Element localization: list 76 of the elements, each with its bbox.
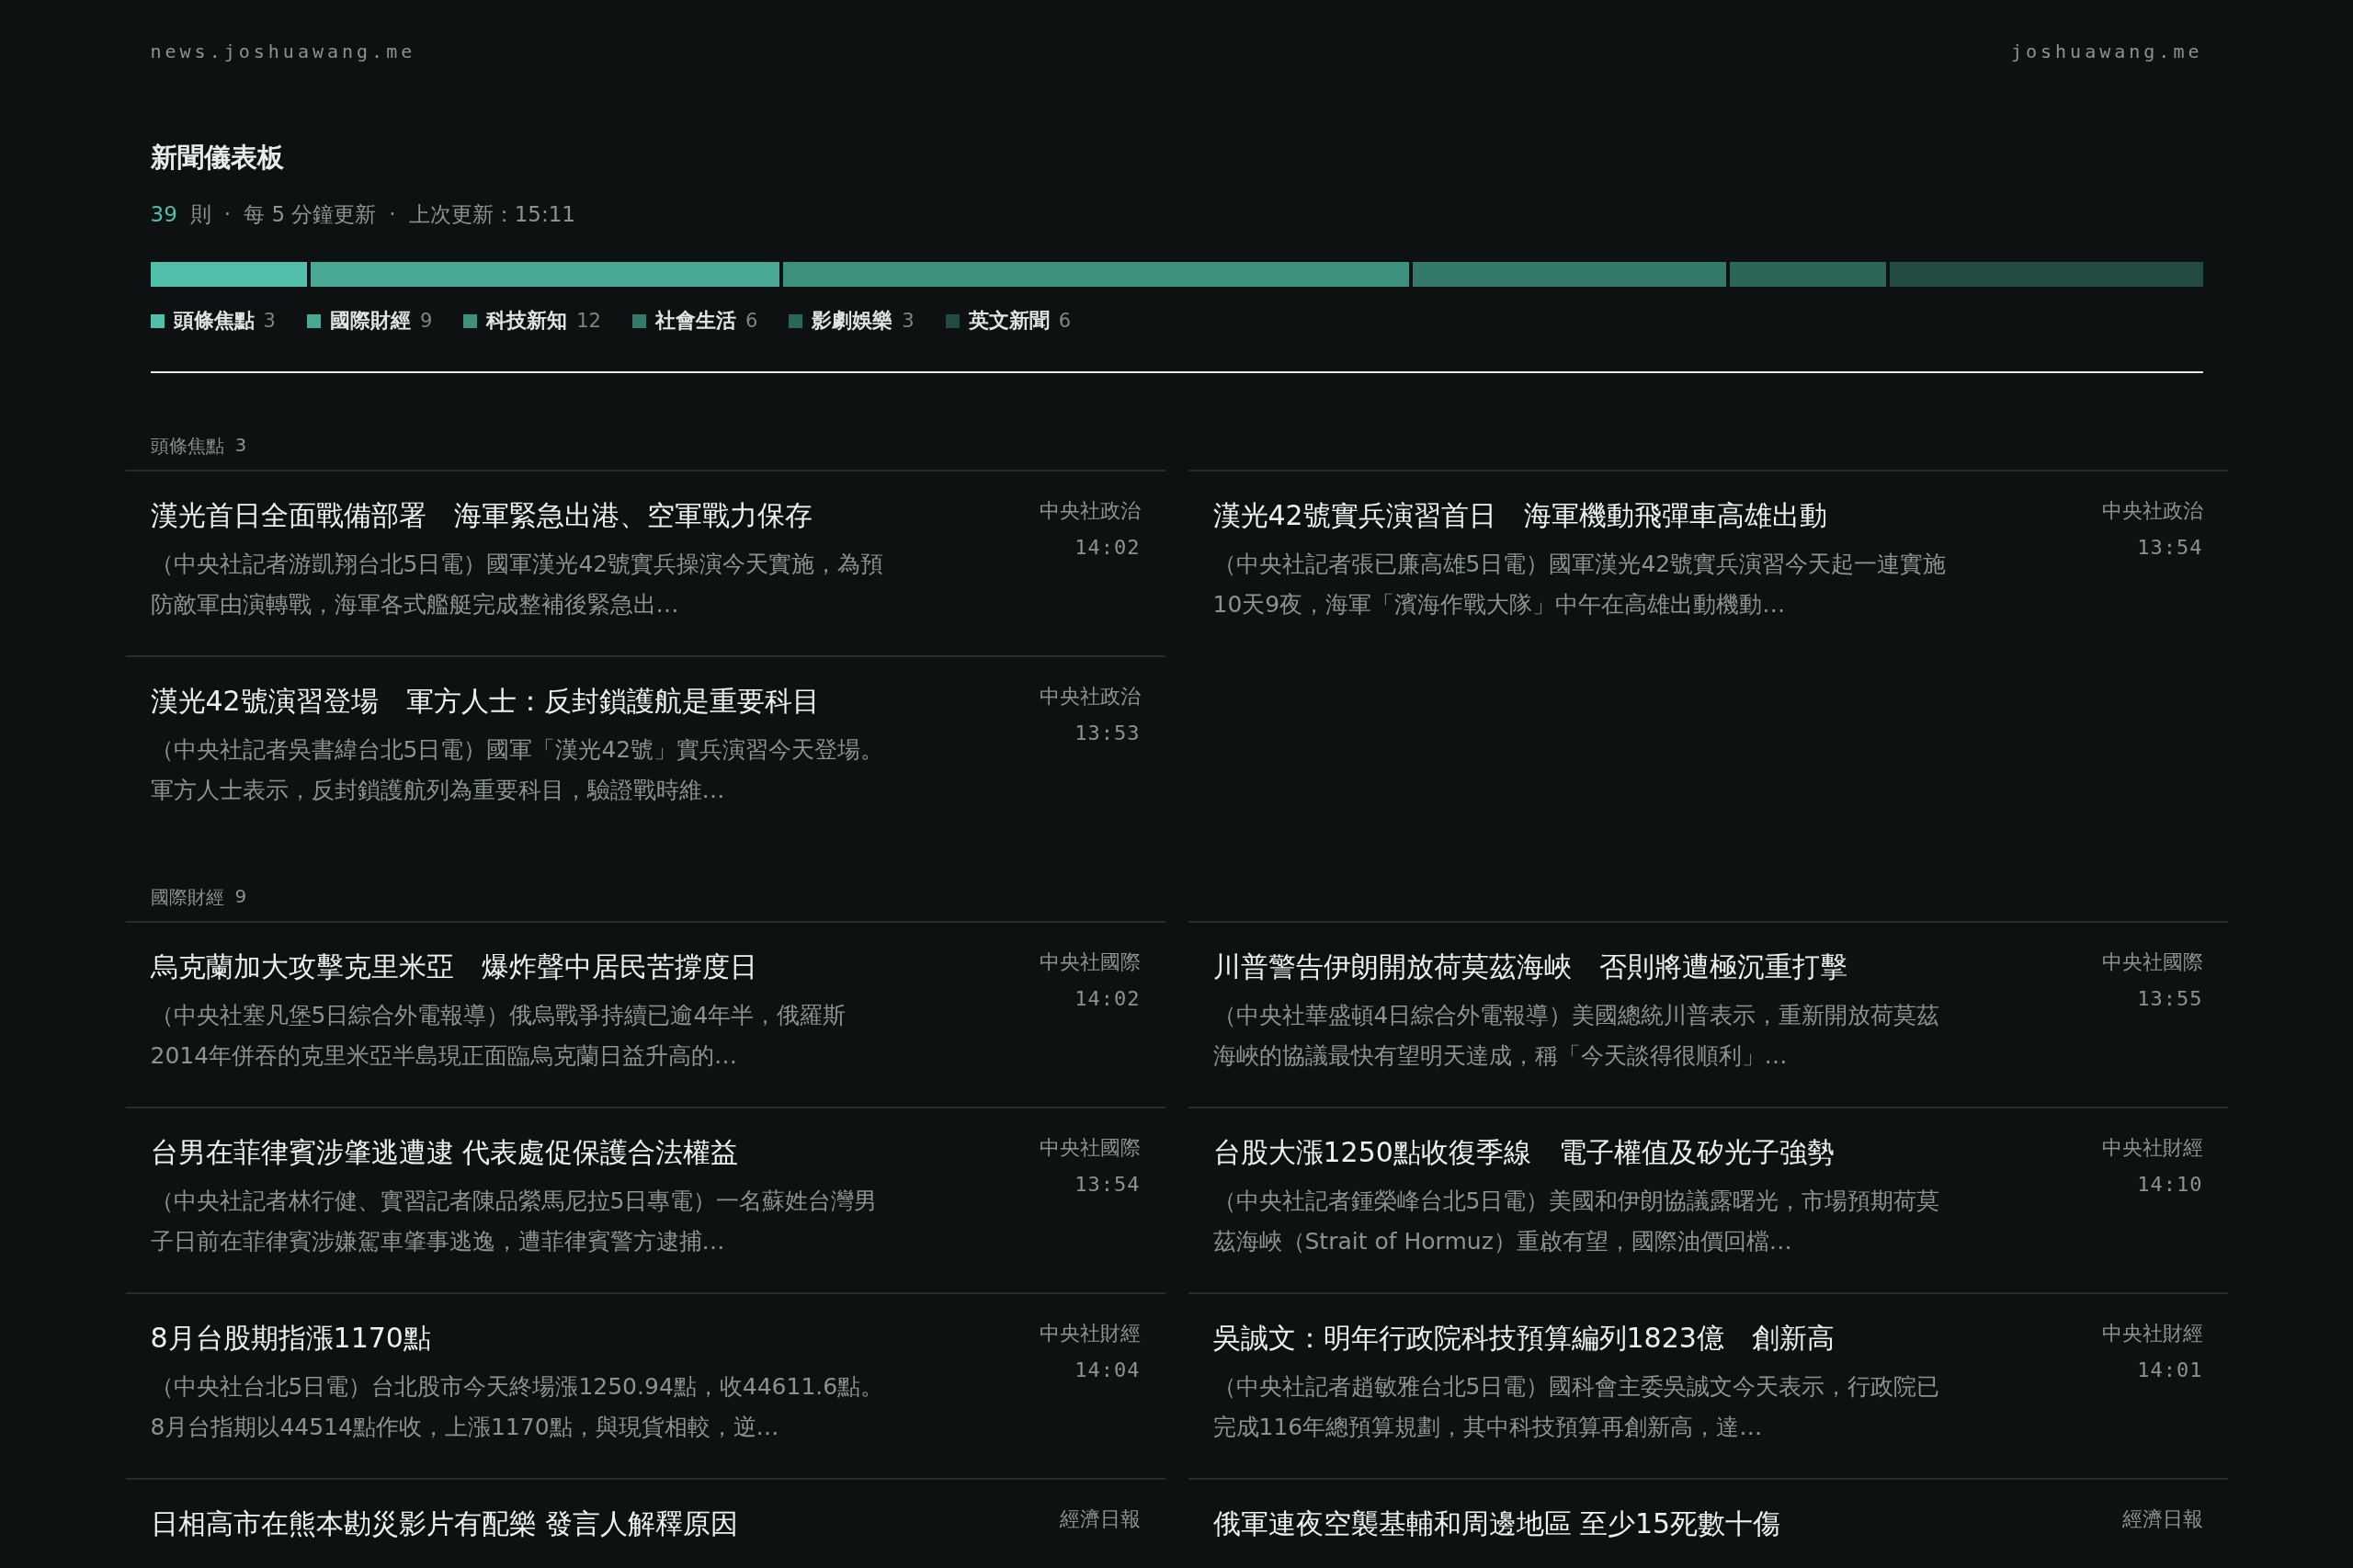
news-card[interactable]: 台股大漲1250點收復季線 電子權值及矽光子強勢 （中央社記者鍾榮峰台北5日電）美國和伊朗協議露曙光，市場預期荷莫茲海峽（Strait of Hormuz）重啟有望，國際油價回檔… 中央社財經 14:10 <box>1188 1107 2228 1292</box>
news-source: 經濟日報 <box>2121 1506 2203 1532</box>
category-name: 頭條焦點 <box>173 308 255 334</box>
headline[interactable]: 漢光首日全面戰備部署 海軍緊急出港、空軍戰力保存 <box>150 497 886 535</box>
publish-time: 13:53 <box>1074 722 1141 744</box>
category-count: 9 <box>419 310 433 332</box>
home-link[interactable]: joshuawang.me <box>2010 40 2203 62</box>
news-source: 經濟日報 <box>1059 1506 1141 1532</box>
publish-time: 14:10 <box>2137 1173 2203 1196</box>
publish-time: 13:54 <box>1074 1173 1141 1196</box>
separator-dot: · <box>389 202 396 226</box>
news-card[interactable]: 漢光首日全面戰備部署 海軍緊急出港、空軍戰力保存 （中央社記者游凱翔台北5日電）國軍漢光42號實兵操演今天實施，為預防敵軍由演轉戰，海軍各式艦艇完成整補後緊急出… 中央社政治 14:02 <box>125 470 1165 655</box>
page-title: 新聞儀表板 <box>150 141 285 175</box>
summary: （中央社記者游凱翔台北5日電）國軍漢光42號實兵操演今天實施，為預防敵軍由演轉戰，海軍各式艦艇完成整補後緊急出… <box>150 550 885 619</box>
category-name: 國際財經 <box>329 308 411 334</box>
news-source: 中央社財經 <box>2101 1135 2203 1161</box>
last-updated: 上次更新：15:11 <box>408 201 575 228</box>
news-source: 中央社政治 <box>1039 684 1141 710</box>
headline[interactable]: 烏克蘭加大攻擊克里米亞 爆炸聲中居民苦撐度日 <box>150 949 886 986</box>
headline[interactable]: 8月台股期指漲1170點 <box>150 1320 886 1358</box>
section-count: 3 <box>234 434 247 458</box>
news-card[interactable]: 俄軍連夜空襲基輔和周邊地區 至少15死數十傷 經濟日報 <box>1188 1478 2228 1568</box>
publish-time: 14:02 <box>1074 536 1141 559</box>
publish-time: 13:54 <box>2137 536 2203 559</box>
summary: （中央社台北5日電）台北股市今天終場漲1250.94點，收44611.6點。8月台指期以44514點作收，上漲1170點，與現貨相較，逆… <box>150 1372 885 1442</box>
publish-time: 14:02 <box>1074 987 1141 1010</box>
section-count: 9 <box>234 885 247 909</box>
summary: （中央社記者鍾榮峰台北5日電）美國和伊朗協議露曙光，市場預期荷莫茲海峽（Strait of Hormuz）重啟有望，國際油價回檔… <box>1212 1187 1941 1256</box>
news-source: 中央社財經 <box>1039 1321 1141 1346</box>
news-source: 中央社國際 <box>1039 1135 1141 1161</box>
headline[interactable]: 日相高市在熊本勘災影片有配樂 發言人解釋原因 <box>150 1506 739 1543</box>
category-name: 科技新知 <box>486 308 568 334</box>
news-card[interactable]: 8月台股期指漲1170點 （中央社台北5日電）台北股市今天終場漲1250.94點，收44611.6點。8月台指期以44514點作收，上漲1170點，與現貨相較，逆… 中央社財經 14:04 <box>125 1292 1165 1478</box>
news-card[interactable]: 吳誠文：明年行政院科技預算編列1823億 創新高 （中央社記者趙敏雅台北5日電）國科會主委吳誠文今天表示，行政院已完成116年總預算規劃，其中科技預算再創新高，達… 中央社財經 14:01 <box>1188 1292 2228 1478</box>
refresh-interval: 每 5 分鐘更新 <box>244 201 377 228</box>
news-source: 中央社財經 <box>2101 1321 2203 1346</box>
publish-time: 13:55 <box>2137 987 2203 1010</box>
section-label: 頭條焦點 <box>150 434 224 459</box>
category-count: 12 <box>576 310 601 332</box>
news-source: 中央社政治 <box>2101 498 2203 524</box>
category-name: 英文新聞 <box>968 308 1050 334</box>
headline[interactable]: 漢光42號實兵演習首日 海軍機動飛彈車高雄出動 <box>1212 497 1949 535</box>
news-card[interactable]: 台男在菲律賓涉肇逃遭逮 代表處促保護合法權益 （中央社記者林行健、實習記者陳品縈馬尼拉5日專電）一名蘇姓台灣男子日前在菲律賓涉嫌駕車肇事逃逸，遭菲律賓警方逮捕… 中央社國際 13:54 <box>125 1107 1165 1292</box>
count-unit: 則 <box>189 201 211 228</box>
summary: （中央社塞凡堡5日綜合外電報導）俄烏戰爭持續已逾4年半，俄羅斯2014年併吞的克里米亞半島現正面臨烏克蘭日益升高的… <box>150 1001 847 1071</box>
headline[interactable]: 川普警告伊朗開放荷莫茲海峽 否則將遭極沉重打擊 <box>1212 949 1949 986</box>
summary: （中央社記者張已廉高雄5日電）國軍漢光42號實兵演習今天起一連實施10天9夜，海軍「濱海作戰大隊」中午在高雄出動機動… <box>1212 550 1948 619</box>
category-name: 社會生活 <box>655 308 736 334</box>
category-name: 影劇娛樂 <box>812 308 893 334</box>
news-card[interactable]: 烏克蘭加大攻擊克里米亞 爆炸聲中居民苦撐度日 （中央社塞凡堡5日綜合外電報導）俄烏戰爭持續已逾4年半，俄羅斯2014年併吞的克里米亞半島現正面臨烏克蘭日益升高的… 中央社國際 14:02 <box>125 921 1165 1107</box>
publish-time: 14:04 <box>1074 1358 1141 1381</box>
news-source: 中央社國際 <box>2101 949 2203 975</box>
news-card[interactable]: 日相高市在熊本勘災影片有配樂 發言人解釋原因 經濟日報 <box>125 1478 1165 1568</box>
summary: （中央社華盛頓4日綜合外電報導）美國總統川普表示，重新開放荷莫茲海峽的協議最快有望明天達成，稱「今天談得很順利」… <box>1212 1001 1941 1071</box>
category-count: 6 <box>745 310 758 332</box>
summary: （中央社記者吳書緯台北5日電）國軍「漢光42號」實兵演習今天登場。軍方人士表示，反封鎖護航列為重要科目，驗證戰時維… <box>150 735 885 805</box>
category-count: 6 <box>1058 310 1072 332</box>
category-count: 3 <box>902 310 915 332</box>
category-count: 3 <box>263 310 276 332</box>
headline[interactable]: 俄軍連夜空襲基輔和周邊地區 至少15死數十傷 <box>1212 1506 1781 1543</box>
separator-dot: · <box>223 202 232 226</box>
publish-time: 14:01 <box>2137 1358 2203 1381</box>
headline[interactable]: 台股大漲1250點收復季線 電子權值及矽光子強勢 <box>1212 1134 1949 1172</box>
summary: （中央社記者林行健、實習記者陳品縈馬尼拉5日專電）一名蘇姓台灣男子日前在菲律賓涉嫌駕車肇事逃逸，遭菲律賓警方逮捕… <box>150 1187 879 1256</box>
site-name: news.joshuawang.me <box>150 40 416 62</box>
summary: （中央社記者趙敏雅台北5日電）國科會主委吳誠文今天表示，行政院已完成116年總預算規劃，其中科技預算再創新高，達… <box>1212 1372 1941 1442</box>
news-source: 中央社國際 <box>1039 949 1141 975</box>
news-card[interactable]: 漢光42號演習登場 軍方人士：反封鎖護航是重要科目 （中央社記者吳書緯台北5日電）國軍「漢光42號」實兵演習今天登場。軍方人士表示，反封鎖護航列為重要科目，驗證戰時維… 中央社政治 13:53 <box>125 655 1165 841</box>
headline[interactable]: 吳誠文：明年行政院科技預算編列1823億 創新高 <box>1212 1320 1949 1358</box>
news-card[interactable]: 漢光42號實兵演習首日 海軍機動飛彈車高雄出動 （中央社記者張已廉高雄5日電）國軍漢光42號實兵演習今天起一連實施10天9夜，海軍「濱海作戰大隊」中午在高雄出動機動… 中央社政治 13:54 <box>1188 470 2228 655</box>
news-card[interactable]: 川普警告伊朗開放荷莫茲海峽 否則將遭極沉重打擊 （中央社華盛頓4日綜合外電報導）美國總統川普表示，重新開放荷莫茲海峽的協議最快有望明天達成，稱「今天談得很順利」… 中央社國際 13:55 <box>1188 921 2228 1107</box>
news-source: 中央社政治 <box>1039 498 1141 524</box>
article-count: 39 <box>150 202 177 226</box>
headline[interactable]: 漢光42號演習登場 軍方人士：反封鎖護航是重要科目 <box>150 683 886 721</box>
headline[interactable]: 台男在菲律賓涉肇逃遭逮 代表處促保護合法權益 <box>150 1134 886 1172</box>
section-label: 國際財經 <box>150 885 224 910</box>
